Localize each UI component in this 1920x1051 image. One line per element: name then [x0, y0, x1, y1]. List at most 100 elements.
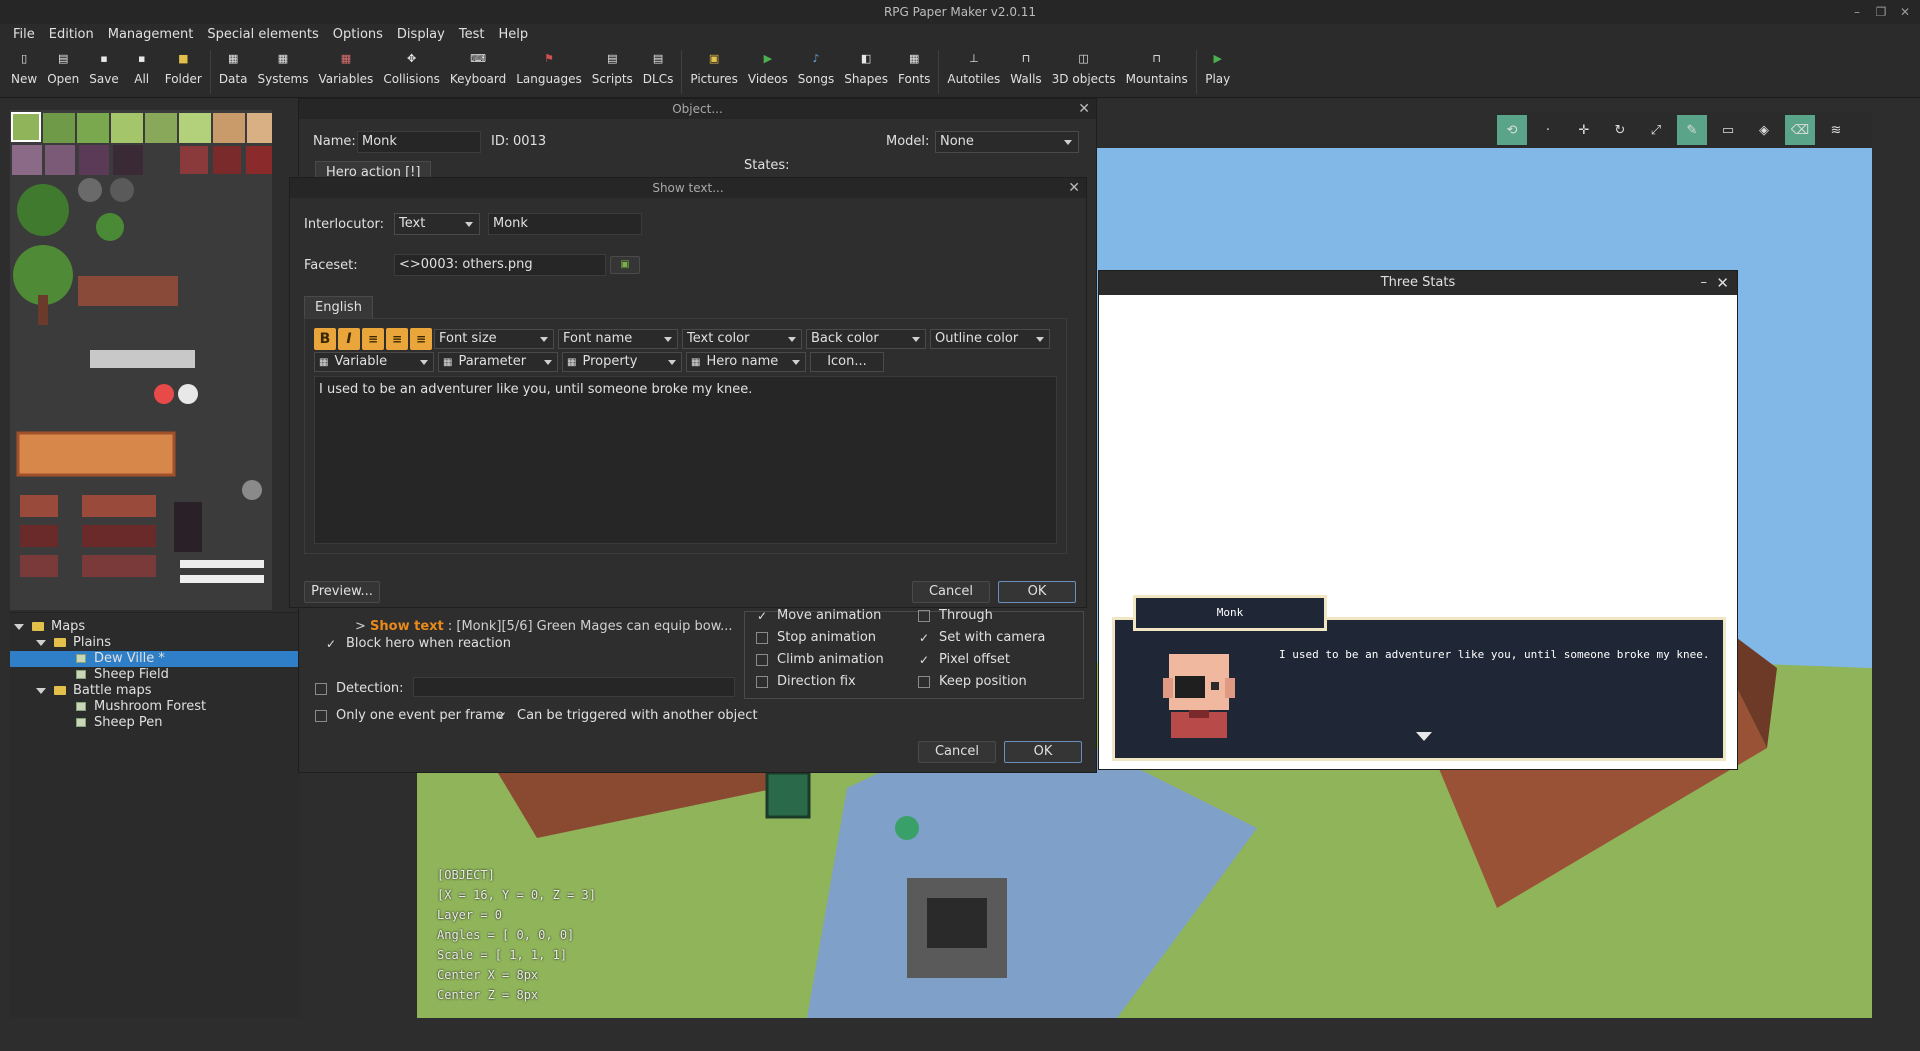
command-line[interactable]: > Show text : [Monk][5/6] Green Mages ca… [355, 619, 733, 635]
minimize-icon[interactable]: – [1701, 271, 1708, 295]
pencil-icon[interactable]: ✎ [1677, 115, 1707, 145]
close-icon[interactable]: ✕ [1068, 178, 1080, 198]
model-select[interactable]: None [935, 131, 1079, 153]
triggered-checkbox[interactable]: Can be triggered with another object [496, 708, 758, 724]
save-all-button[interactable]: ▪ All [124, 46, 160, 87]
restore-icon[interactable]: ❐ [1870, 0, 1892, 24]
menu-help[interactable]: Help [491, 24, 535, 46]
bold-button[interactable]: B [314, 328, 336, 350]
tree-item-battle-maps[interactable]: Battle maps [36, 683, 151, 699]
outline-color-select[interactable]: Outline color [930, 329, 1050, 349]
checkbox-icon[interactable] [315, 682, 327, 695]
fill-icon[interactable]: ◈ [1749, 115, 1779, 145]
block-hero-checkbox[interactable]: Block hero when reaction [325, 636, 511, 652]
detection-checkbox[interactable]: Detection: [315, 681, 404, 697]
menu-edition[interactable]: Edition [42, 24, 101, 46]
tree-item-maps[interactable]: Maps [14, 619, 85, 635]
show-text-ok-button[interactable]: OK [998, 581, 1076, 603]
italic-button[interactable]: I [338, 328, 360, 350]
checkbox-icon[interactable] [918, 609, 930, 622]
menu-special-elements[interactable]: Special elements [200, 24, 325, 46]
translate-tool-icon[interactable]: ✛ [1569, 115, 1599, 145]
menu-test[interactable]: Test [452, 24, 492, 46]
keep-position-checkbox[interactable]: Keep position [918, 674, 1027, 690]
close-icon[interactable]: ✕ [1894, 0, 1916, 24]
play-button[interactable]: ▶ Play [1200, 46, 1236, 87]
checkbox-checked-icon[interactable] [496, 708, 508, 724]
text-color-select[interactable]: Text color [682, 329, 802, 349]
align-left-icon[interactable]: ≡ [362, 328, 384, 350]
interlocutor-input[interactable]: Monk [488, 213, 642, 235]
stop-animation-checkbox[interactable]: Stop animation [756, 630, 876, 646]
variable-select[interactable]: ▦ Variable [314, 352, 434, 372]
tree-item-plains[interactable]: Plains [36, 635, 111, 651]
pictures-button[interactable]: ▣ Pictures [685, 46, 743, 87]
tileset-image[interactable] [10, 110, 272, 610]
scripts-button[interactable]: ▤ Scripts [587, 46, 638, 87]
checkbox-checked-icon[interactable] [918, 652, 930, 668]
direction-fix-checkbox[interactable]: Direction fix [756, 674, 856, 690]
tab-english[interactable]: English [304, 296, 373, 318]
fonts-button[interactable]: ▦ Fonts [893, 46, 935, 87]
tree-item-sheep-field[interactable]: Sheep Field [76, 667, 169, 683]
new-button[interactable]: ▯ New [6, 46, 42, 87]
layer-icon[interactable]: ≋ [1821, 115, 1851, 145]
show-text-cancel-button[interactable]: Cancel [912, 581, 990, 603]
faceset-picture-icon[interactable]: ▣ [610, 256, 640, 274]
chevron-down-icon[interactable] [36, 639, 46, 646]
pixel-offset-checkbox[interactable]: Pixel offset [918, 652, 1010, 668]
checkbox-icon[interactable] [918, 675, 930, 688]
rotate-tool-icon[interactable]: ↻ [1605, 115, 1635, 145]
select-tool-icon[interactable]: ⟲ [1497, 115, 1527, 145]
tileset-panel[interactable] [10, 110, 272, 610]
dlcs-button[interactable]: ▤ DLCs [638, 46, 679, 87]
variables-button[interactable]: ▦ Variables [313, 46, 378, 87]
checkbox-checked-icon[interactable] [918, 630, 930, 646]
climb-animation-checkbox[interactable]: Climb animation [756, 652, 884, 668]
point-tool-icon[interactable]: · [1533, 115, 1563, 145]
chevron-down-icon[interactable] [36, 687, 46, 694]
checkbox-icon[interactable] [756, 653, 768, 666]
set-with-camera-checkbox[interactable]: Set with camera [918, 630, 1045, 646]
menu-file[interactable]: File [6, 24, 42, 46]
icon-button[interactable]: Icon... [810, 352, 884, 372]
eraser-icon[interactable]: ⌫ [1785, 115, 1815, 145]
checkbox-checked-icon[interactable] [756, 608, 768, 624]
preview-button[interactable]: Preview... [304, 581, 380, 603]
object-ok-button[interactable]: OK [1004, 741, 1082, 763]
font-name-select[interactable]: Font name [558, 329, 678, 349]
close-icon[interactable]: ✕ [1078, 99, 1090, 119]
align-right-icon[interactable]: ≡ [410, 328, 432, 350]
open-button[interactable]: ▤ Open [42, 46, 84, 87]
back-color-select[interactable]: Back color [806, 329, 926, 349]
menu-options[interactable]: Options [326, 24, 390, 46]
menu-display[interactable]: Display [390, 24, 452, 46]
tree-item-mushroom-forest[interactable]: Mushroom Forest [76, 699, 206, 715]
hero-name-select[interactable]: ▦ Hero name [686, 352, 806, 372]
parameter-select[interactable]: ▦ Parameter [438, 352, 558, 372]
save-button[interactable]: ▪ Save [84, 46, 123, 87]
systems-button[interactable]: ▦ Systems [252, 46, 313, 87]
one-event-checkbox[interactable]: Only one event per frame [315, 708, 504, 724]
folder-button[interactable]: ■ Folder [160, 46, 207, 87]
songs-button[interactable]: ♪ Songs [793, 46, 839, 87]
data-button[interactable]: ▦ Data [214, 46, 253, 87]
through-checkbox[interactable]: Through [918, 608, 993, 624]
name-input[interactable]: Monk [357, 131, 481, 153]
property-select[interactable]: ▦ Property [562, 352, 682, 372]
collisions-button[interactable]: ✥ Collisions [378, 46, 445, 87]
checkbox-icon[interactable] [756, 631, 768, 644]
tree-item-dew-ville[interactable]: Dew Ville * [10, 651, 298, 667]
languages-button[interactable]: ⚑ Languages [511, 46, 586, 87]
menu-management[interactable]: Management [101, 24, 201, 46]
chevron-down-icon[interactable] [14, 623, 24, 630]
mountains-button[interactable]: ⊓ Mountains [1121, 46, 1193, 87]
tree-item-sheep-pen[interactable]: Sheep Pen [76, 715, 163, 731]
faceset-input[interactable]: <>0003: others.png [394, 254, 606, 276]
videos-button[interactable]: ▶ Videos [743, 46, 793, 87]
move-animation-checkbox[interactable]: Move animation [756, 608, 881, 624]
detection-select[interactable] [413, 677, 735, 697]
rectangle-icon[interactable]: ▭ [1713, 115, 1743, 145]
object-cancel-button[interactable]: Cancel [918, 741, 996, 763]
checkbox-icon[interactable] [315, 709, 327, 722]
